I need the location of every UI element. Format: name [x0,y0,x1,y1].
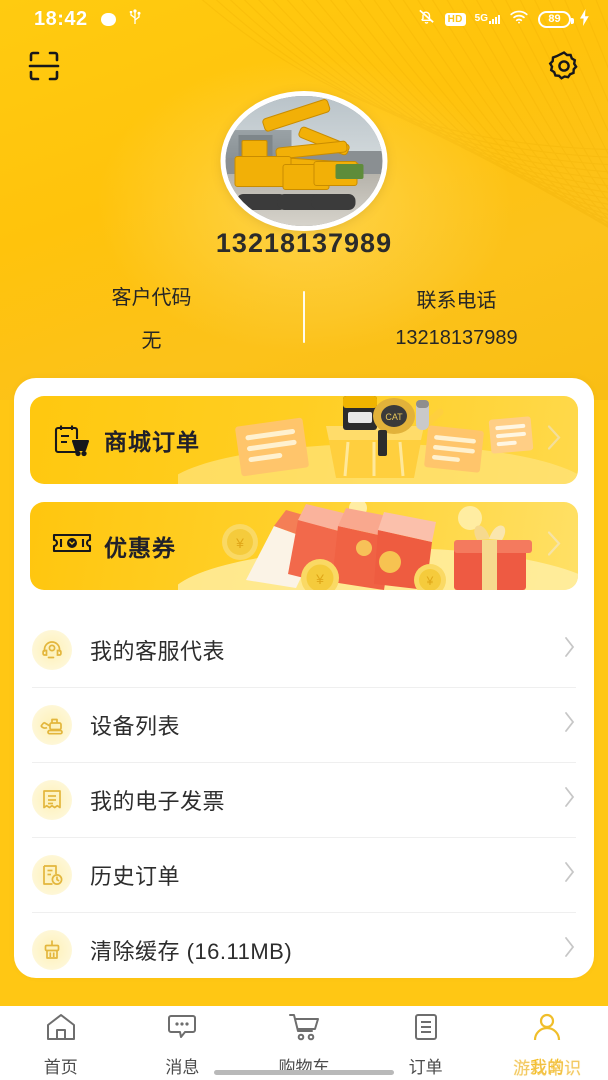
status-time: 18:42 [34,7,88,30]
svg-text:¥: ¥ [426,574,434,588]
chevron-right-icon [546,530,562,563]
list-item-label: 设备列表 [90,713,181,739]
nav-item-orders[interactable]: 订单 [365,1012,487,1078]
content-card: CAT 商城订单 ¥ ¥ ¥ 优惠券 我的客服代表 设备列表 我的电子发票 历史… [14,378,594,978]
signal-bars-icon [489,15,500,24]
avatar[interactable] [220,91,388,231]
user-person-icon [531,1012,563,1047]
info-label: 联系电话 [416,290,497,312]
chevron-right-icon [563,635,576,664]
recording-dot-icon [100,12,116,26]
home-icon [45,1012,77,1047]
info-customer-code: 客户代码 无 [0,281,303,353]
network-indicator: 5G [475,14,500,24]
headset-icon [32,629,72,670]
lightning-bolt-icon [579,9,590,29]
wifi-icon [509,9,529,30]
svg-text:¥: ¥ [315,571,324,587]
list-item-clear-cache[interactable]: 清除缓存 (16.11MB) [32,912,576,978]
excavator-icon [32,704,72,745]
list-item-label: 历史订单 [90,863,181,889]
nav-item-messages[interactable]: 消息 [122,1012,244,1078]
chevron-right-icon [546,424,562,457]
card-bottom-spacer [0,978,608,1006]
banner-coupon-illustration: ¥ ¥ ¥ [178,502,578,590]
profile-phone-title: 13218137989 [215,228,393,258]
chevron-right-icon [563,935,576,964]
chevron-right-icon [563,785,576,814]
clipboard-cart-icon [52,423,90,457]
nav-label: 首页 [43,1058,78,1077]
battery-indicator: 89 [538,10,574,28]
list-item-label: 清除缓存 (16.11MB) [90,938,293,964]
nav-item-profile[interactable]: 我的 游戏常识 [486,1012,608,1078]
svg-text:¥: ¥ [235,535,244,551]
header-toolbar [0,40,608,92]
bottom-navigation: 首页 消息 购物车 订单 我的 游戏常识 [0,1006,608,1080]
broom-clean-icon [32,929,72,970]
scan-qr-icon[interactable] [22,44,66,88]
nav-label: 消息 [165,1058,200,1077]
settings-list: 我的客服代表 设备列表 我的电子发票 历史订单 清除缓存 (16.11MB) [14,612,594,978]
nav-label: 订单 [408,1058,443,1077]
chevron-right-icon [563,860,576,889]
nav-item-cart[interactable]: 购物车 [243,1012,365,1078]
info-value: 无 [141,330,162,352]
usb-icon [128,9,142,29]
banner-mall-order[interactable]: CAT 商城订单 [30,396,578,484]
chevron-right-icon [563,710,576,739]
list-item-label: 我的客服代表 [90,638,226,664]
info-label: 客户代码 [111,287,192,309]
gear-icon[interactable] [542,44,586,88]
list-item-equipment[interactable]: 设备列表 [32,687,576,762]
list-order-icon [410,1012,442,1047]
status-icons: HD 5G 89 [417,7,590,31]
profile-info-row: 客户代码 无 联系电话 13218137989 [0,278,608,356]
watermark-text: 游戏常识 [513,1059,582,1078]
avatar-excavators-photo [220,91,388,231]
banner-coupon[interactable]: ¥ ¥ ¥ 优惠券 [30,502,578,590]
home-indicator [214,1070,394,1075]
invoice-icon [32,779,72,820]
hd-badge: HD [444,12,466,26]
svg-text:CAT: CAT [385,412,403,422]
nav-item-home[interactable]: 首页 [0,1012,122,1078]
list-item-order-history[interactable]: 历史订单 [32,837,576,912]
banner-mall-illustration: CAT [178,396,578,484]
info-value: 13218137989 [395,327,518,349]
profile-header: 18:42 HD 5G 89 13218137989 客户代码 无 联系电话 1… [0,0,608,400]
order-history-icon [32,854,72,895]
list-item-label: 我的电子发票 [90,788,226,814]
status-bar: 18:42 HD 5G 89 [0,0,608,38]
message-bubble-icon [166,1012,198,1047]
shopping-cart-icon [288,1012,320,1047]
bell-muted-icon [417,7,436,31]
info-contact-phone: 联系电话 13218137989 [305,284,608,350]
list-item-service-rep[interactable]: 我的客服代表 [32,612,576,687]
ticket-coupon-icon [52,529,92,563]
list-item-invoice[interactable]: 我的电子发票 [32,762,576,837]
banner-title: 优惠券 [104,535,176,561]
banner-title: 商城订单 [104,429,200,455]
